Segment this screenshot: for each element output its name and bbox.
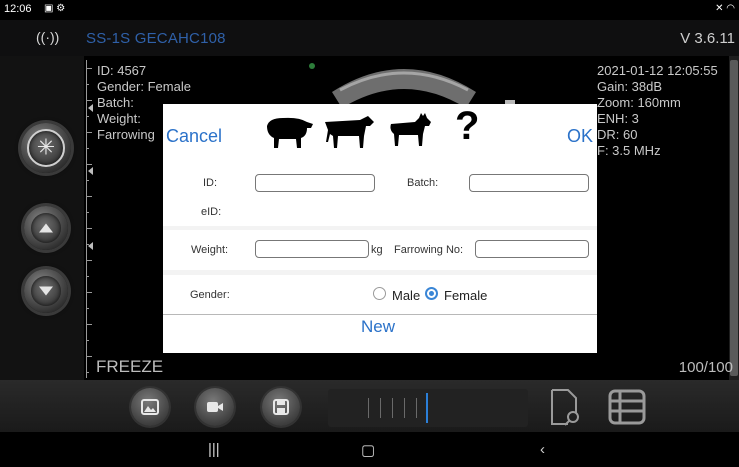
farrowing-input[interactable] xyxy=(475,240,589,258)
bottom-toolbar xyxy=(0,380,739,432)
eid-label: eID: xyxy=(201,206,222,218)
probe-orientation-marker xyxy=(309,63,315,69)
scan-params-overlay: 2021-01-12 12:05:55 Gain: 38dB Zoom: 160… xyxy=(597,63,718,159)
save-button[interactable] xyxy=(262,388,300,426)
signal-wifi-icon: ✕ ◠ xyxy=(715,3,735,14)
id-label: ID: xyxy=(203,177,218,189)
arrow-up-icon xyxy=(39,223,53,233)
female-label[interactable]: Female xyxy=(444,288,487,303)
status-time: 12:06 xyxy=(4,3,32,15)
focus-marker xyxy=(88,242,93,250)
ok-button[interactable]: OK xyxy=(567,126,593,147)
connection-icon: ((·)) xyxy=(36,29,60,45)
param-datetime: 2021-01-12 12:05:55 xyxy=(597,63,718,78)
gender-row: Gender: Male Female xyxy=(163,275,597,315)
param-enh: ENH: 3 xyxy=(597,111,639,126)
param-frequency: F: 3.5 MHz xyxy=(597,143,661,158)
ultrasound-scan-sector xyxy=(332,69,476,108)
gender-label: Gender: xyxy=(190,289,230,301)
male-label[interactable]: Male xyxy=(392,288,420,303)
save-disk-icon xyxy=(273,399,289,415)
home-icon[interactable]: ▢ xyxy=(361,441,375,459)
report-search-button[interactable] xyxy=(546,387,586,427)
image-gallery-button[interactable] xyxy=(131,388,169,426)
animal-type-header xyxy=(163,104,597,160)
app-version: V 3.6.11 xyxy=(680,30,735,47)
patient-list-button[interactable] xyxy=(608,387,648,427)
param-zoom: Zoom: 160mm xyxy=(597,95,681,110)
info-gender: Gender: Female xyxy=(97,79,191,94)
info-id: ID: 4567 xyxy=(97,63,147,78)
cine-slider-handle[interactable] xyxy=(426,393,428,423)
weight-label: Weight: xyxy=(191,244,229,256)
image-scrollbar[interactable] xyxy=(729,56,739,380)
pig-icon[interactable] xyxy=(261,112,315,150)
system-nav-bar: ||| ▢ ‹ xyxy=(0,432,739,467)
unknown-animal-button[interactable]: ? xyxy=(455,104,479,149)
batch-input[interactable] xyxy=(469,174,589,192)
male-radio[interactable] xyxy=(373,287,386,300)
female-radio[interactable] xyxy=(425,287,438,300)
batch-label: Batch: xyxy=(407,177,439,189)
app-title-bar: ((·)) SS-1S GECAHC108 V 3.6.11 xyxy=(0,20,739,56)
param-gain: Gain: 38dB xyxy=(597,79,663,94)
id-row: ID: Batch: eID: xyxy=(163,160,597,226)
depth-up-button[interactable] xyxy=(24,206,68,250)
param-dr: DR: 60 xyxy=(597,127,638,142)
weight-unit: kg xyxy=(371,244,383,256)
back-icon[interactable]: ‹ xyxy=(540,441,545,458)
video-camera-icon xyxy=(207,402,223,412)
depth-down-button[interactable] xyxy=(24,269,68,313)
goat-icon[interactable] xyxy=(385,110,435,150)
arrow-down-icon xyxy=(39,286,53,296)
focus-marker xyxy=(88,104,93,112)
image-icon xyxy=(141,399,159,415)
video-record-button[interactable] xyxy=(196,388,234,426)
freeze-button[interactable]: ✳ xyxy=(21,123,71,173)
cine-slider[interactable] xyxy=(328,389,528,427)
farrowing-label: Farrowing No: xyxy=(394,244,464,256)
device-title: SS-1S GECAHC108 xyxy=(86,30,226,47)
weight-row: Weight: kg Farrowing No: xyxy=(163,230,597,270)
weight-input[interactable] xyxy=(255,240,369,258)
status-bar: 12:06 ▣ ⚙ ✕ ◠ xyxy=(0,0,739,20)
recent-apps-icon[interactable]: ||| xyxy=(208,441,220,458)
snowflake-icon: ✳ xyxy=(36,134,56,160)
focus-marker xyxy=(88,167,93,175)
id-input[interactable] xyxy=(255,174,375,192)
new-button[interactable]: New xyxy=(361,317,395,337)
frame-counter: 100/100 xyxy=(678,359,733,376)
cow-icon[interactable] xyxy=(322,112,376,150)
cancel-button[interactable]: Cancel xyxy=(166,126,222,147)
freeze-status: FREEZE xyxy=(96,357,164,376)
notification-icons: ▣ ⚙ xyxy=(44,3,66,14)
